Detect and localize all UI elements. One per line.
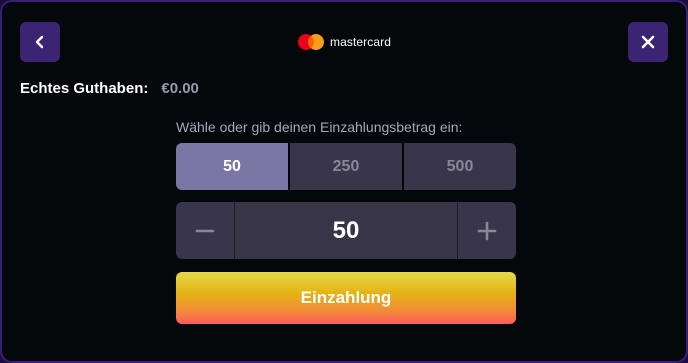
minus-icon (195, 229, 215, 232)
deposit-button[interactable]: Einzahlung (176, 272, 516, 324)
payment-brand: mastercard (2, 33, 686, 51)
preset-amounts: 50 250 500 (176, 143, 516, 190)
deposit-modal: mastercard Echtes Guthaben: €0.00 Wähle … (0, 0, 688, 363)
brand-name: mastercard (329, 35, 392, 49)
amount-stepper: 50 (176, 202, 516, 259)
balance-row: Echtes Guthaben: €0.00 (20, 80, 199, 97)
preset-50-button[interactable]: 50 (176, 143, 288, 190)
plus-icon (477, 221, 497, 240)
close-button[interactable] (628, 22, 668, 62)
preset-500-button[interactable]: 500 (404, 143, 516, 190)
deposit-prompt: Wähle oder gib deinen Einzahlungsbetrag … (176, 119, 463, 135)
balance-label: Echtes Guthaben: (20, 80, 149, 97)
balance-value: €0.00 (161, 80, 199, 97)
preset-250-button[interactable]: 250 (290, 143, 402, 190)
decrease-button[interactable] (176, 202, 234, 259)
mastercard-logo (297, 34, 324, 50)
amount-input[interactable]: 50 (234, 202, 458, 259)
increase-button[interactable] (458, 202, 516, 259)
close-icon (641, 35, 655, 49)
